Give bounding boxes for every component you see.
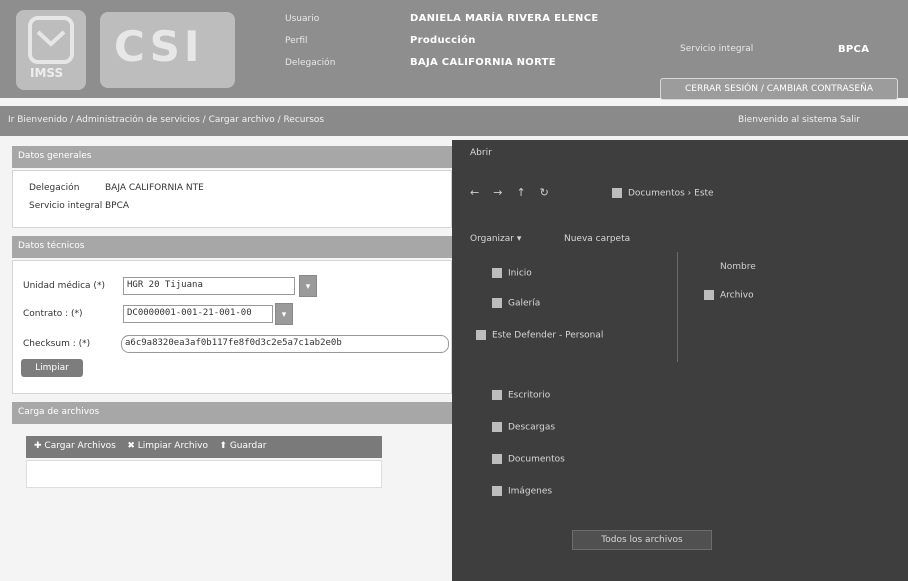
unidad-dropdown-button[interactable]: ▾ [299, 275, 317, 297]
file-upload-panel: ✚ Cargar Archivos ✖ Limpiar Archivo ⬆ Gu… [12, 426, 452, 516]
clear-file-button[interactable]: ✖ Limpiar Archivo [127, 441, 208, 451]
checksum-input[interactable]: a6c9a8320ea3af0b117fe8f0d3c2e5a7c1ab2e0b [121, 335, 449, 353]
technical-data-header: Datos técnicos [12, 236, 452, 258]
breadcrumb[interactable]: Ir Bienvenido / Administración de servic… [8, 115, 324, 125]
user-value: DANIELA MARÍA RIVERA ELENCE [410, 13, 599, 24]
file-type-select[interactable]: Todos los archivos [572, 530, 712, 550]
file-icon [704, 290, 714, 300]
dialog-title: Abrir [470, 148, 492, 158]
service-field-label: Servicio integral : [29, 201, 109, 211]
home-icon [492, 268, 502, 278]
contrato-label: Contrato : (*) [23, 309, 83, 319]
general-data-panel: Delegación BAJA CALIFORNIA NTE Servicio … [12, 170, 452, 228]
csi-logo-text: CSI [114, 22, 204, 71]
nav-desktop-label: Escritorio [508, 390, 551, 401]
gallery-icon [492, 298, 502, 308]
upload-files-button[interactable]: ✚ Cargar Archivos [34, 441, 116, 451]
pane-divider [677, 252, 678, 362]
new-folder-button[interactable]: Nueva carpeta [564, 234, 630, 244]
refresh-icon[interactable]: ↻ [540, 186, 563, 199]
desktop-icon [492, 390, 502, 400]
column-header-name[interactable]: Nombre [720, 262, 756, 272]
contrato-dropdown-button[interactable]: ▾ [275, 303, 293, 325]
technical-data-panel: Unidad médica (*) HGR 20 Tijuana ▾ Contr… [12, 260, 452, 394]
profile-label: Perfil [285, 36, 308, 46]
dialog-address-bar[interactable]: Documentos › Este [612, 188, 714, 199]
clear-button[interactable]: Limpiar [21, 359, 83, 377]
unidad-select[interactable]: HGR 20 Tijuana [123, 277, 295, 295]
forward-arrow-icon[interactable]: → [493, 186, 516, 199]
user-label: Usuario [285, 14, 320, 24]
nav-item-home[interactable]: Inicio [492, 268, 532, 279]
csi-logo: CSI [100, 12, 235, 88]
session-links[interactable]: Bienvenido al sistema Salir [738, 115, 860, 125]
upload-files-label: Cargar Archivos [44, 441, 116, 451]
save-file-label: Guardar [229, 441, 267, 451]
delegation-field-value: BAJA CALIFORNIA NTE [105, 183, 204, 193]
nav-downloads-label: Descargas [508, 422, 556, 433]
nav-item-downloads[interactable]: Descargas [492, 422, 555, 433]
unidad-label: Unidad médica (*) [23, 281, 105, 291]
nav-bar: Ir Bienvenido / Administración de servic… [0, 106, 908, 136]
nav-home-label: Inicio [508, 268, 532, 279]
imss-logo-text: IMSS [30, 66, 64, 80]
delegation-value: BAJA CALIFORNIA NORTE [410, 57, 556, 68]
file-item[interactable]: Archivo [704, 290, 754, 301]
save-file-button[interactable]: ⬆ Guardar [219, 441, 266, 451]
dialog-nav-arrows: ←→↑↻ [470, 186, 563, 199]
nav-item-desktop[interactable]: Escritorio [492, 390, 550, 401]
open-file-dialog: Abrir ←→↑↻ Documentos › Este Organizar ▾… [452, 140, 908, 581]
service-value: BPCA [838, 44, 870, 55]
up-arrow-icon[interactable]: ↑ [516, 186, 539, 199]
imss-logo: IMSS [16, 10, 86, 90]
download-icon [492, 422, 502, 432]
upload-dropzone[interactable] [26, 460, 382, 488]
file-item-label: Archivo [720, 290, 754, 301]
logout-button[interactable]: CERRAR SESIÓN / CAMBIAR CONTRASEÑA [660, 78, 898, 100]
organize-menu[interactable]: Organizar ▾ [470, 234, 521, 244]
back-arrow-icon[interactable]: ← [470, 186, 493, 199]
document-icon [492, 454, 502, 464]
file-upload-header: Carga de archivos [12, 402, 452, 424]
cloud-icon [476, 330, 486, 340]
image-icon [492, 486, 502, 496]
nav-item-gallery[interactable]: Galería [492, 298, 540, 309]
folder-icon [612, 188, 622, 198]
nav-item-cloud[interactable]: Este Defender - Personal [476, 330, 603, 341]
upload-toolbar: ✚ Cargar Archivos ✖ Limpiar Archivo ⬆ Gu… [26, 436, 382, 458]
dialog-path-text: Documentos › Este [628, 188, 714, 199]
contrato-select[interactable]: DC0000001-001-21-001-00 [123, 305, 273, 323]
nav-documents-label: Documentos [508, 454, 565, 465]
nav-gallery-label: Galería [508, 298, 541, 309]
nav-cloud-label: Este Defender - Personal [492, 330, 604, 341]
service-field-value: BPCA [105, 201, 130, 211]
profile-value: Producción [410, 35, 476, 46]
service-label: Servicio integral [680, 44, 754, 54]
delegation-field-label: Delegación [29, 183, 80, 193]
app-header: IMSS CSI Usuario Perfil Delegación DANIE… [0, 0, 908, 100]
nav-item-documents[interactable]: Documentos [492, 454, 565, 465]
nav-item-images[interactable]: Imágenes [492, 486, 552, 497]
nav-images-label: Imágenes [508, 486, 553, 497]
general-data-header: Datos generales [12, 146, 452, 168]
delegation-label: Delegación [285, 58, 336, 68]
clear-file-label: Limpiar Archivo [137, 441, 208, 451]
checksum-label: Checksum : (*) [23, 339, 91, 349]
